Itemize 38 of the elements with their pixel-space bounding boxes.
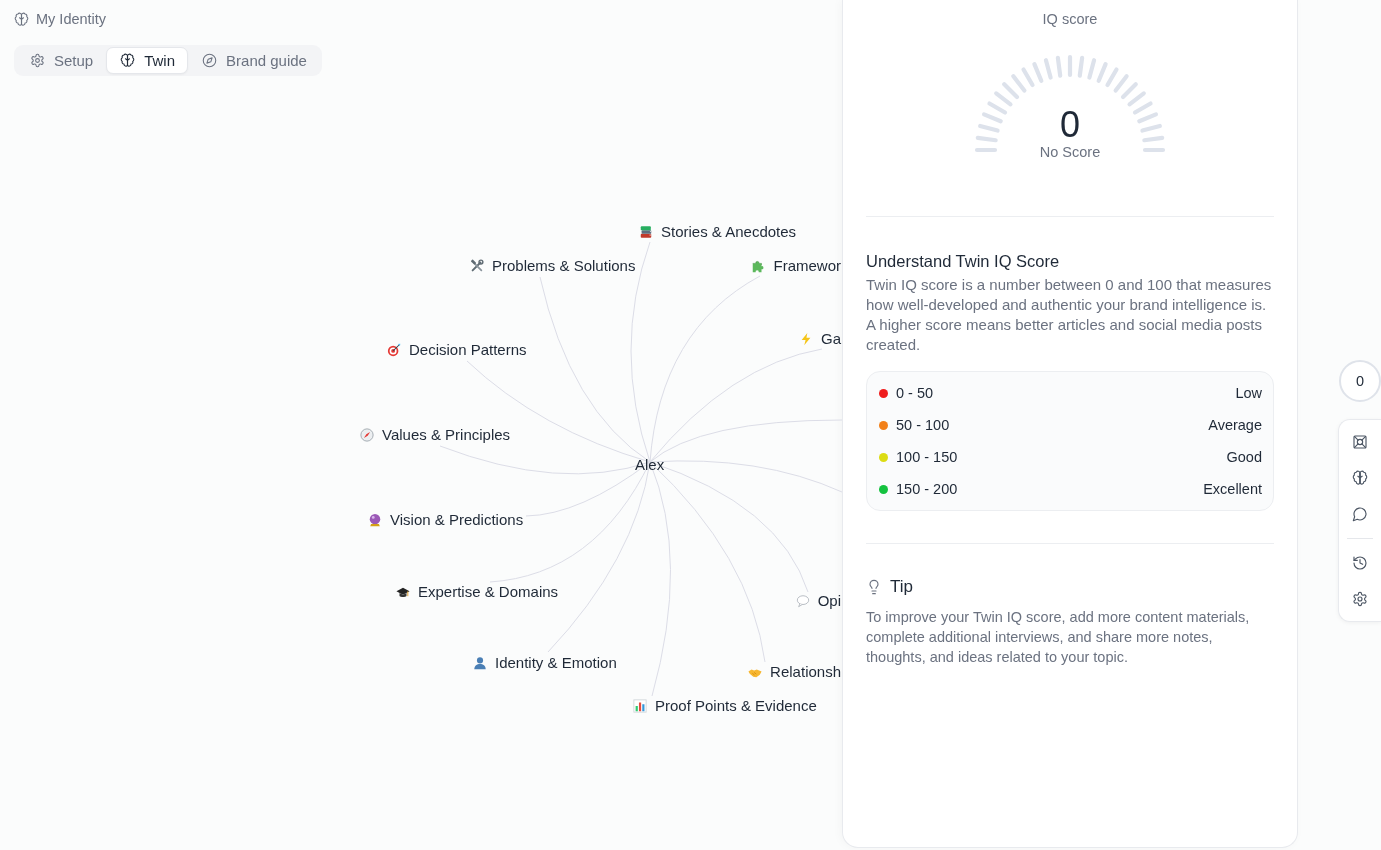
description-text: Twin IQ score is a number between 0 and 100 that measures how well-developed and authentic your brand intelligence is. A higher score means better articles and social media posts created. bbox=[866, 275, 1273, 355]
target-icon bbox=[387, 343, 401, 357]
tab[interactable]: Twin bbox=[106, 47, 189, 74]
compass-icon bbox=[202, 53, 218, 68]
tab[interactable]: Setup bbox=[16, 47, 107, 74]
history-icon bbox=[1352, 555, 1368, 571]
compass-icon bbox=[360, 428, 374, 442]
level-label: Good bbox=[1226, 449, 1262, 465]
section-heading: Understand Twin IQ Score bbox=[866, 251, 1061, 272]
range-label: 0 - 50 bbox=[896, 385, 934, 401]
lightbulb-icon bbox=[866, 579, 882, 595]
bar-chart-icon bbox=[633, 699, 647, 713]
tab[interactable]: Brand guide bbox=[188, 47, 320, 74]
score-caption: No Score bbox=[1039, 144, 1101, 160]
brain-icon bbox=[14, 11, 29, 27]
level-label: Low bbox=[1235, 385, 1262, 401]
books-icon bbox=[639, 225, 653, 239]
range-label: 100 - 150 bbox=[896, 449, 958, 465]
range-label: 50 - 100 bbox=[896, 417, 950, 433]
gear-icon bbox=[30, 53, 45, 68]
panel-title: IQ score bbox=[1041, 10, 1099, 28]
node-label[interactable]: Stories & Anecdotes bbox=[661, 222, 797, 242]
settings-icon bbox=[1352, 591, 1368, 607]
score-value: 0 bbox=[1060, 106, 1080, 144]
graduation-cap-icon bbox=[396, 585, 410, 599]
brain-icon bbox=[120, 53, 136, 68]
page-title: My Identity bbox=[36, 11, 107, 27]
score-ring-button[interactable]: 0 bbox=[1339, 360, 1381, 402]
crystal-ball-icon bbox=[368, 513, 382, 527]
tip-title: Tip bbox=[890, 577, 913, 597]
level-label: Excellent bbox=[1203, 481, 1262, 497]
tip-text: To improve your Twin IQ score, add more content materials, complete additional interviews, and share more notes, thoughts, and ideas related to your topic. bbox=[866, 608, 1251, 667]
node-label[interactable]: Proof Points & Evidence bbox=[655, 696, 817, 716]
brain-icon bbox=[1352, 470, 1368, 486]
range-label: 150 - 200 bbox=[896, 481, 958, 497]
level-label: Average bbox=[1208, 417, 1262, 433]
chat-icon bbox=[1352, 506, 1368, 522]
square-circle-icon bbox=[1352, 434, 1368, 450]
